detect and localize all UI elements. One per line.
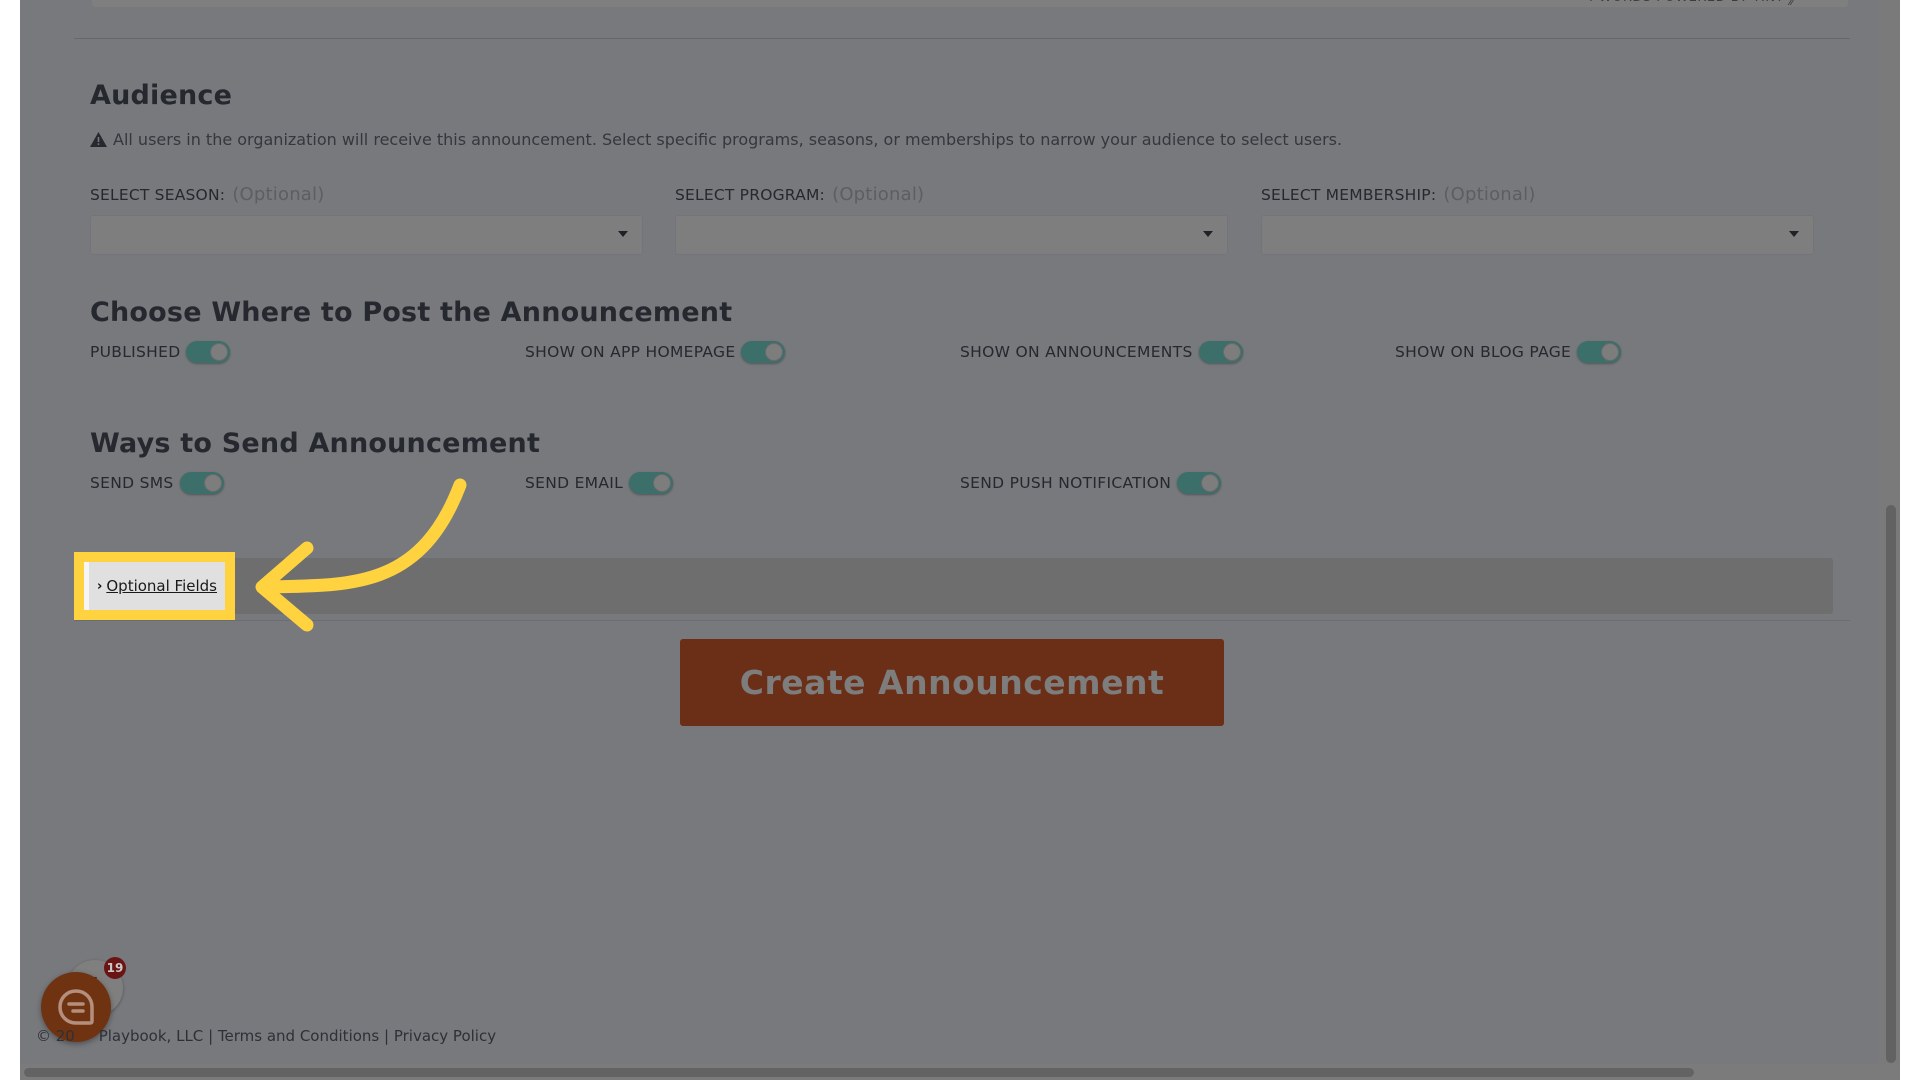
program-select[interactable] (675, 215, 1228, 255)
post-where-heading: Choose Where to Post the Announcement (90, 297, 733, 328)
blog-page-toggle[interactable] (1577, 341, 1622, 363)
warning-triangle-icon (90, 132, 107, 147)
chevron-down-icon (1789, 231, 1799, 237)
audience-notice-text: All users in the organization will recei… (113, 130, 1343, 149)
notification-badge: 19 (104, 957, 126, 979)
push-toggle-row: SEND PUSH NOTIFICATION (960, 472, 1222, 494)
membership-select[interactable] (1261, 215, 1814, 255)
push-label: SEND PUSH NOTIFICATION (960, 474, 1172, 492)
optional-fields-panel (84, 558, 1833, 614)
resize-handle-icon[interactable]: ⁄⁄ (1790, 0, 1794, 8)
announcements-toggle-row: SHOW ON ANNOUNCEMENTS (960, 341, 1243, 363)
privacy-link[interactable]: Privacy Policy (394, 1027, 496, 1045)
create-announcement-button[interactable]: Create Announcement (680, 639, 1224, 726)
editor-word-count: 4 WORDS POWERED BY TINY (1585, 0, 1784, 5)
chevron-down-icon (618, 231, 628, 237)
copyright-text: © 20 (36, 1027, 75, 1045)
chat-bubble-icon (58, 989, 94, 1025)
send-ways-heading: Ways to Send Announcement (90, 428, 541, 459)
footer-separator: | (208, 1027, 214, 1045)
footer-separator: | (384, 1027, 390, 1045)
push-toggle[interactable] (1177, 472, 1222, 494)
announcements-toggle[interactable] (1198, 341, 1243, 363)
email-toggle-row: SEND EMAIL (525, 472, 674, 494)
annotation-arrow (255, 478, 467, 632)
app-homepage-toggle[interactable] (741, 341, 786, 363)
email-toggle[interactable] (629, 472, 674, 494)
season-select[interactable] (90, 215, 643, 255)
audience-heading: Audience (90, 80, 233, 111)
chevron-down-icon (1203, 231, 1213, 237)
optional-fields-link[interactable]: Optional Fields (106, 577, 217, 595)
company-name: Playbook, LLC (98, 1027, 204, 1045)
vertical-scrollbar-thumb[interactable] (1886, 505, 1896, 1063)
blog-page-label: SHOW ON BLOG PAGE (1395, 343, 1572, 361)
season-label: SELECT SEASON: (Optional) (90, 184, 325, 205)
horizontal-scrollbar-thumb[interactable] (24, 1068, 1694, 1077)
sms-toggle[interactable] (179, 472, 224, 494)
published-label: PUBLISHED (90, 343, 181, 361)
optional-fields-highlight: › Optional Fields (74, 552, 235, 620)
sms-label: SEND SMS (90, 474, 174, 492)
optional-fields-toggle[interactable]: › Optional Fields (84, 562, 225, 610)
membership-label: SELECT MEMBERSHIP: (Optional) (1261, 184, 1536, 205)
section-divider (74, 38, 1850, 39)
sms-toggle-row: SEND SMS (90, 472, 224, 494)
program-field: SELECT PROGRAM: (Optional) (675, 184, 1228, 255)
announcements-label: SHOW ON ANNOUNCEMENTS (960, 343, 1193, 361)
app-homepage-toggle-row: SHOW ON APP HOMEPAGE (525, 341, 786, 363)
page-viewport: 4 WORDS POWERED BY TINY ⁄⁄ Audience All … (20, 0, 1900, 1080)
blog-page-toggle-row: SHOW ON BLOG PAGE (1395, 341, 1622, 363)
rich-text-editor-bottom[interactable]: 4 WORDS POWERED BY TINY ⁄⁄ (92, 0, 1848, 8)
email-label: SEND EMAIL (525, 474, 624, 492)
footer: © 20 Playbook, LLC | Terms and Condition… (36, 1027, 496, 1045)
terms-link[interactable]: Terms and Conditions (218, 1027, 379, 1045)
published-toggle-row: PUBLISHED (90, 341, 231, 363)
program-label: SELECT PROGRAM: (Optional) (675, 184, 925, 205)
chevron-right-icon: › (97, 578, 103, 594)
published-toggle[interactable] (186, 341, 231, 363)
season-field: SELECT SEASON: (Optional) (90, 184, 643, 255)
membership-field: SELECT MEMBERSHIP: (Optional) (1261, 184, 1814, 255)
section-divider (74, 620, 1850, 621)
app-homepage-label: SHOW ON APP HOMEPAGE (525, 343, 736, 361)
audience-notice: All users in the organization will recei… (90, 130, 1342, 149)
